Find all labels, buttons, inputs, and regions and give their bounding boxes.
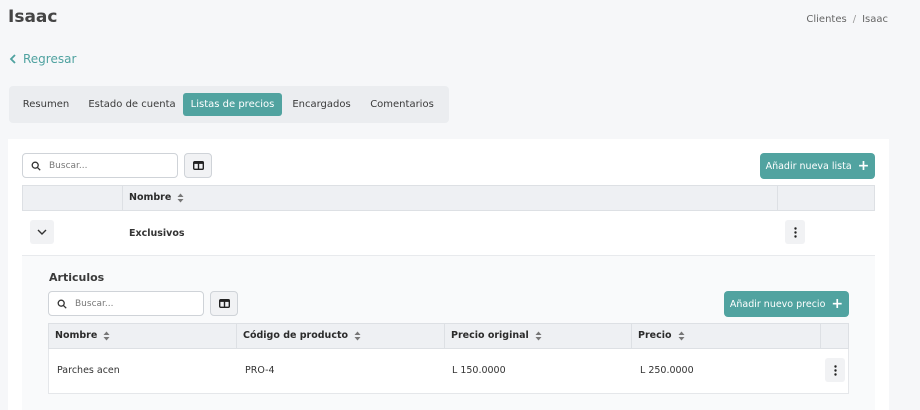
- article-code: PRO-4: [245, 365, 275, 376]
- actions-column-header: [821, 324, 848, 348]
- breadcrumb: Clientes / Isaac: [806, 14, 888, 25]
- articles-column-toggle-button[interactable]: [210, 291, 238, 316]
- search-icon: [31, 161, 41, 171]
- tab-estado-de-cuenta[interactable]: Estado de cuenta: [82, 93, 182, 116]
- expand-column-header: [23, 186, 123, 210]
- sort-icon: [535, 331, 542, 341]
- back-link[interactable]: Regresar: [9, 52, 76, 66]
- breadcrumb-item-clientes[interactable]: Clientes: [806, 14, 846, 25]
- price-list-search-input[interactable]: [49, 160, 159, 171]
- articles-panel: Articulos Añadir nuevo precio + Nombre C…: [22, 256, 875, 410]
- search-icon: [57, 299, 67, 309]
- tab-resumen[interactable]: Resumen: [15, 93, 77, 116]
- article-original-price: L 150.0000: [452, 365, 506, 376]
- article-actions-button[interactable]: [825, 358, 845, 382]
- column-header-nombre[interactable]: Nombre: [49, 324, 237, 348]
- price-list-table-header: Nombre: [22, 185, 875, 211]
- back-link-label: Regresar: [23, 52, 77, 66]
- price-list-name: Exclusivos: [129, 228, 185, 239]
- tab-bar: Resumen Estado de cuenta Listas de preci…: [9, 86, 449, 123]
- table-row: Parches acen PRO-4 L 150.0000 L 250.0000: [48, 349, 849, 394]
- tab-comentarios[interactable]: Comentarios: [363, 93, 441, 116]
- breadcrumb-separator: /: [852, 14, 857, 25]
- row-actions-button[interactable]: [785, 220, 805, 244]
- columns-icon: [192, 161, 204, 170]
- column-header-label: Código de producto: [243, 330, 349, 341]
- sort-icon: [354, 331, 361, 341]
- more-vertical-icon: [833, 364, 837, 376]
- add-price-list-label: Añadir nueva lista: [765, 160, 852, 172]
- tab-listas-de-precios[interactable]: Listas de precios: [183, 93, 282, 116]
- add-price-button[interactable]: Añadir nuevo precio +: [724, 291, 849, 317]
- expand-row-button[interactable]: [30, 220, 54, 244]
- column-header-precio[interactable]: Precio: [632, 324, 821, 348]
- articles-table-header: Nombre Código de producto Precio origina…: [48, 323, 849, 349]
- table-row: Exclusivos: [22, 211, 875, 256]
- chevron-left-icon: [9, 54, 16, 64]
- add-price-label: Añadir nuevo precio: [729, 298, 826, 310]
- articles-search[interactable]: [48, 291, 204, 316]
- tab-encargados[interactable]: Encargados: [285, 93, 358, 116]
- columns-icon: [218, 299, 230, 308]
- article-price: L 250.0000: [640, 365, 694, 376]
- price-list-search[interactable]: [22, 153, 178, 178]
- actions-column-header: [778, 186, 874, 210]
- column-header-label: Precio: [638, 330, 672, 341]
- column-header-codigo[interactable]: Código de producto: [237, 324, 445, 348]
- column-header-label: Nombre: [129, 192, 172, 203]
- price-lists-card: Añadir nueva lista + Nombre Exclusivos A…: [8, 139, 889, 410]
- sort-icon: [177, 193, 184, 203]
- add-price-list-button[interactable]: Añadir nueva lista +: [760, 153, 875, 179]
- articles-title: Articulos: [49, 271, 105, 284]
- sort-icon: [678, 331, 685, 341]
- breadcrumb-item-current: Isaac: [862, 14, 888, 25]
- column-toggle-button[interactable]: [184, 153, 212, 178]
- plus-icon: +: [831, 296, 844, 312]
- column-header-precio-original[interactable]: Precio original: [445, 324, 632, 348]
- article-name: Parches acen: [57, 365, 120, 376]
- column-header-label: Precio original: [451, 330, 529, 341]
- sort-icon: [103, 331, 110, 341]
- plus-icon: +: [857, 158, 870, 174]
- articles-search-input[interactable]: [75, 298, 185, 309]
- more-vertical-icon: [793, 226, 797, 238]
- chevron-down-icon: [37, 229, 47, 235]
- page-title: Isaac: [8, 7, 58, 27]
- column-header-nombre[interactable]: Nombre: [123, 186, 778, 210]
- column-header-label: Nombre: [55, 330, 98, 341]
